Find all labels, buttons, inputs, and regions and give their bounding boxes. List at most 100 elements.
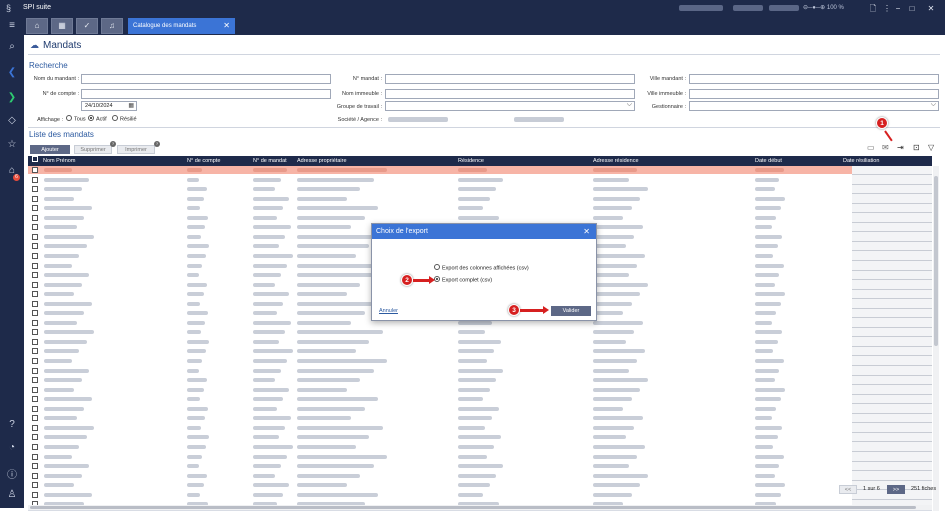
table-row[interactable] [28,453,852,461]
table-row[interactable] [28,367,852,375]
col-adresse-residence[interactable]: Adresse résidence [593,156,639,166]
date-resiliation-cell-line[interactable] [852,393,932,395]
date-resiliation-cell-line[interactable] [852,355,932,357]
date-resiliation-cell-line[interactable] [852,384,932,386]
row-checkbox[interactable] [32,214,38,221]
date-resiliation-cell-line[interactable] [852,193,932,195]
row-checkbox[interactable] [32,300,38,307]
table-row[interactable] [28,405,852,413]
date-resiliation-cell-line[interactable] [852,202,932,204]
date-resiliation-cell-line[interactable] [852,479,932,481]
row-checkbox[interactable] [32,186,38,193]
row-checkbox[interactable] [32,291,38,298]
row-checkbox[interactable] [32,463,38,470]
col-num-mandat[interactable]: N° de mandat [253,156,287,166]
search-icon[interactable]: ⌕ [0,41,24,52]
date-resiliation-cell-line[interactable] [852,374,932,376]
row-checkbox[interactable] [32,281,38,288]
date-resiliation-cell-line[interactable] [852,269,932,271]
table-row[interactable] [28,395,852,403]
date-resiliation-cell-line[interactable] [852,460,932,462]
col-residence[interactable]: Résidence [458,156,484,166]
help-icon[interactable]: ? [0,419,24,430]
col-nom[interactable]: Nom Prénom [43,156,75,166]
date-resiliation-cell-line[interactable] [852,470,932,472]
date-resiliation-cell-line[interactable] [852,345,932,347]
ville-mandant-input[interactable] [689,74,939,84]
date-resiliation-cell-line[interactable] [852,403,932,405]
row-checkbox[interactable] [32,176,38,183]
table-row[interactable] [28,214,852,222]
scroll-thumb[interactable] [934,176,938,346]
arrow-right-icon[interactable]: ❯ [0,92,24,103]
tab-check-icon[interactable]: ✓ [76,18,98,34]
row-checkbox[interactable] [32,396,38,403]
table-row[interactable] [28,338,852,346]
date-resiliation-cell-line[interactable] [852,240,932,242]
star-icon[interactable]: ☆ [0,139,24,150]
row-checkbox[interactable] [32,415,38,422]
mail-icon[interactable]: ✉ [882,143,889,152]
close-window-button[interactable]: ✕ [924,2,938,15]
radio-actif[interactable]: Actif [88,115,107,122]
row-checkbox[interactable] [32,348,38,355]
date-resiliation-cell-line[interactable] [852,450,932,452]
row-checkbox[interactable] [32,310,38,317]
row-checkbox[interactable] [32,482,38,489]
table-row[interactable] [28,386,852,394]
table-row[interactable] [28,443,852,451]
col-date-resiliation[interactable]: Date résiliation [843,156,879,166]
num-compte-input[interactable] [81,89,331,99]
nom-immeuble-input[interactable] [385,89,635,99]
row-checkbox[interactable] [32,252,38,259]
nom-mandant-input[interactable] [81,74,331,84]
date-resiliation-cell-line[interactable] [852,412,932,414]
diamond-nav-icon[interactable]: ◇ [0,115,24,126]
arrow-left-icon[interactable]: ❮ [0,67,24,78]
table-row[interactable] [28,357,852,365]
cancel-link[interactable]: Annuler [379,308,398,314]
minimize-button[interactable]: − [891,2,905,15]
row-checkbox[interactable] [32,338,38,345]
date-resiliation-cell-line[interactable] [852,250,932,252]
table-row[interactable] [28,185,852,193]
table-row[interactable] [28,166,852,174]
date-resiliation-cell-line[interactable] [852,422,932,424]
date-resiliation-cell-line[interactable] [852,307,932,309]
row-checkbox[interactable] [32,224,38,231]
dialog-close-icon[interactable]: ✕ [583,224,590,239]
tab-bell-icon[interactable]: ♫ [101,18,123,34]
export-icon[interactable]: ⇥ [897,143,904,152]
table-row[interactable] [28,424,852,432]
vertical-scrollbar[interactable] [933,166,939,511]
groupe-travail-select[interactable]: ⌵ [385,101,635,111]
radio-resilie[interactable]: Résilié [112,115,137,122]
date-resiliation-cell-line[interactable] [852,221,932,223]
date-resiliation-cell-line[interactable] [852,431,932,433]
row-checkbox[interactable] [32,329,38,336]
date-resiliation-cell-line[interactable] [852,231,932,233]
date-resiliation-cell-line[interactable] [852,279,932,281]
calendar-icon[interactable]: ▦ [128,102,134,110]
row-checkbox[interactable] [32,491,38,498]
row-checkbox[interactable] [32,358,38,364]
table-row[interactable] [28,462,852,470]
table-row[interactable] [28,195,852,203]
next-page-button[interactable]: >> [887,485,905,494]
date-resiliation-cell-line[interactable] [852,441,932,443]
columns-icon[interactable]: ⊡ [913,143,920,152]
date-resiliation-cell-line[interactable] [852,288,932,290]
shield-icon[interactable]: ◔ [0,442,24,453]
notifications-icon[interactable]: ⌂ [0,165,24,176]
row-checkbox[interactable] [32,167,38,173]
comment-icon[interactable]: ▭ [867,143,875,152]
row-checkbox[interactable] [32,472,38,479]
date-input[interactable]: 24/10/2024 ▦ [81,101,137,111]
date-resiliation-cell-line[interactable] [852,259,932,261]
table-row[interactable] [28,414,852,422]
table-row[interactable] [28,347,852,355]
col-date-debut[interactable]: Date début [755,156,782,166]
row-checkbox[interactable] [32,434,38,441]
table-row[interactable] [28,376,852,384]
date-resiliation-cell-line[interactable] [852,174,932,175]
